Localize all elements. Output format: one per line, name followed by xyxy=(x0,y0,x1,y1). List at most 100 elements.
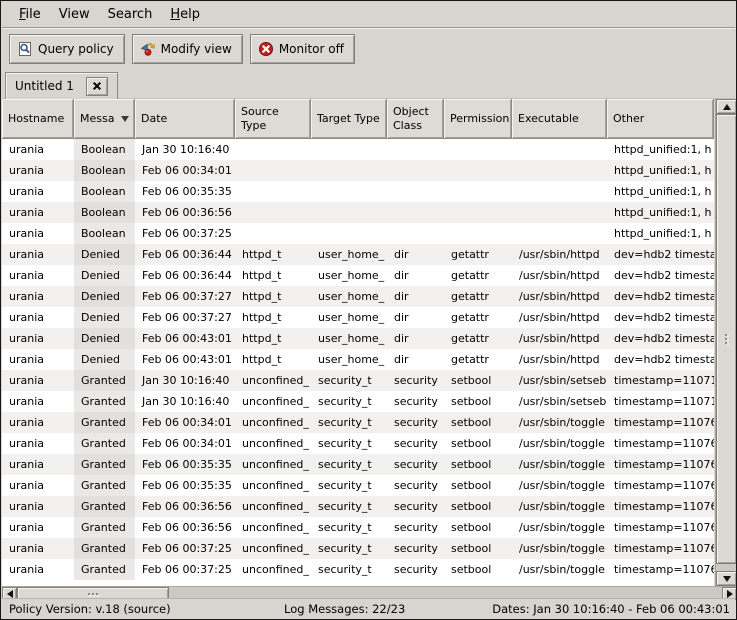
cell: Granted xyxy=(74,454,135,475)
cell: urania xyxy=(2,181,74,202)
vertical-scroll-thumb[interactable] xyxy=(716,114,737,564)
log-row-5[interactable]: uraniaBooleanFeb 06 00:37:25httpd_unifie… xyxy=(2,223,714,244)
log-row-1[interactable]: uraniaBooleanJan 30 10:16:40httpd_unifie… xyxy=(2,139,714,160)
monitor-off-icon xyxy=(258,41,274,57)
cell: user_home_ xyxy=(311,307,387,328)
menu-search[interactable]: Search xyxy=(99,3,162,26)
cell: dev=hdb2 timesta xyxy=(607,328,714,349)
vertical-scroll-trough[interactable] xyxy=(716,564,737,571)
cell: security_t xyxy=(311,370,387,391)
column-header-permission[interactable]: Permission xyxy=(444,99,512,139)
cell: Granted xyxy=(74,412,135,433)
log-row-10[interactable]: uraniaDeniedFeb 06 00:43:01httpd_tuser_h… xyxy=(2,328,714,349)
cell: urania xyxy=(2,244,74,265)
cell: unconfined_ xyxy=(235,475,311,496)
cell xyxy=(311,160,387,181)
cell: security_t xyxy=(311,559,387,580)
modify-view-label: Modify view xyxy=(161,42,232,56)
log-row-12[interactable]: uraniaGrantedJan 30 10:16:40unconfined_s… xyxy=(2,370,714,391)
cell: security_t xyxy=(311,496,387,517)
cell: urania xyxy=(2,559,74,580)
log-row-14[interactable]: uraniaGrantedFeb 06 00:34:01unconfined_s… xyxy=(2,412,714,433)
cell xyxy=(512,139,607,160)
cell: Feb 06 00:36:56 xyxy=(135,202,235,223)
cell: urania xyxy=(2,286,74,307)
monitor-off-button[interactable]: Monitor off xyxy=(250,34,355,64)
cell: dev=hdb2 timesta xyxy=(607,265,714,286)
log-row-13[interactable]: uraniaGrantedJan 30 10:16:40unconfined_s… xyxy=(2,391,714,412)
cell: Denied xyxy=(74,265,135,286)
cell: dev=hdb2 timesta xyxy=(607,307,714,328)
log-row-9[interactable]: uraniaDeniedFeb 06 00:37:27httpd_tuser_h… xyxy=(2,307,714,328)
cell: /usr/sbin/toggle xyxy=(512,496,607,517)
cell: security xyxy=(387,370,444,391)
cell: Feb 06 00:35:35 xyxy=(135,454,235,475)
log-row-18[interactable]: uraniaGrantedFeb 06 00:36:56unconfined_s… xyxy=(2,496,714,517)
column-header-hostname[interactable]: Hostname xyxy=(2,99,74,139)
cell xyxy=(235,202,311,223)
cell: security_t xyxy=(311,517,387,538)
menu-view[interactable]: View xyxy=(50,3,99,26)
cell: timestamp=11076 xyxy=(607,475,714,496)
cell: setbool xyxy=(444,517,512,538)
log-row-7[interactable]: uraniaDeniedFeb 06 00:36:44httpd_tuser_h… xyxy=(2,265,714,286)
cell: getattr xyxy=(444,328,512,349)
log-row-17[interactable]: uraniaGrantedFeb 06 00:35:35unconfined_s… xyxy=(2,475,714,496)
cell: Boolean xyxy=(74,181,135,202)
cell: httpd_unified:1, h xyxy=(607,139,714,160)
modify-view-icon xyxy=(140,41,156,57)
query-policy-button[interactable]: Query policy xyxy=(9,34,125,64)
menu-file[interactable]: File xyxy=(10,3,50,26)
column-header-target-type[interactable]: Target Type xyxy=(311,99,387,139)
cell: httpd_t xyxy=(235,349,311,370)
column-header-label: Other xyxy=(613,112,644,125)
column-header-executable[interactable]: Executable xyxy=(512,99,607,139)
cell xyxy=(387,160,444,181)
column-header-date[interactable]: Date xyxy=(135,99,235,139)
vertical-scrollbar[interactable] xyxy=(715,99,737,586)
column-header-messa[interactable]: Messa xyxy=(74,99,135,139)
cell: Granted xyxy=(74,391,135,412)
cell: security_t xyxy=(311,412,387,433)
log-row-19[interactable]: uraniaGrantedFeb 06 00:36:56unconfined_s… xyxy=(2,517,714,538)
column-header-object-class[interactable]: Object Class xyxy=(387,99,444,139)
log-row-20[interactable]: uraniaGrantedFeb 06 00:37:25unconfined_s… xyxy=(2,538,714,559)
cell: httpd_t xyxy=(235,307,311,328)
column-header-source-type[interactable]: Source Type xyxy=(235,99,311,139)
column-header-label: Permission xyxy=(450,112,509,125)
cell: dev=hdb2 timesta xyxy=(607,349,714,370)
scroll-up-button[interactable] xyxy=(716,99,737,114)
modify-view-button[interactable]: Modify view xyxy=(132,34,243,64)
menu-help[interactable]: Help xyxy=(161,3,209,26)
sort-descending-icon xyxy=(121,116,129,122)
log-row-2[interactable]: uraniaBooleanFeb 06 00:34:01httpd_unifie… xyxy=(2,160,714,181)
cell: Denied xyxy=(74,244,135,265)
cell: setbool xyxy=(444,391,512,412)
log-row-15[interactable]: uraniaGrantedFeb 06 00:34:01unconfined_s… xyxy=(2,433,714,454)
log-row-11[interactable]: uraniaDeniedFeb 06 00:43:01httpd_tuser_h… xyxy=(2,349,714,370)
column-header-other[interactable]: Other xyxy=(607,99,714,139)
monitor-off-label: Monitor off xyxy=(279,42,344,56)
column-header-label: Source Type xyxy=(241,105,307,131)
log-row-16[interactable]: uraniaGrantedFeb 06 00:35:35unconfined_s… xyxy=(2,454,714,475)
column-header-label: Executable xyxy=(518,112,579,125)
cell: urania xyxy=(2,202,74,223)
scroll-down-button[interactable] xyxy=(716,571,737,586)
cell: /usr/sbin/httpd xyxy=(512,328,607,349)
tab-close-button[interactable] xyxy=(86,77,108,96)
cell: dir xyxy=(387,286,444,307)
log-row-21[interactable]: uraniaGrantedFeb 06 00:37:25unconfined_s… xyxy=(2,559,714,580)
log-row-4[interactable]: uraniaBooleanFeb 06 00:36:56httpd_unifie… xyxy=(2,202,714,223)
cell: dir xyxy=(387,307,444,328)
query-policy-icon xyxy=(17,41,33,57)
cell: /usr/sbin/toggle xyxy=(512,433,607,454)
log-row-6[interactable]: uraniaDeniedFeb 06 00:36:44httpd_tuser_h… xyxy=(2,244,714,265)
log-row-8[interactable]: uraniaDeniedFeb 06 00:37:27httpd_tuser_h… xyxy=(2,286,714,307)
cell: httpd_t xyxy=(235,286,311,307)
log-row-3[interactable]: uraniaBooleanFeb 06 00:35:35httpd_unifie… xyxy=(2,181,714,202)
tab-untitled-1[interactable]: Untitled 1 xyxy=(5,72,118,99)
cell: Denied xyxy=(74,349,135,370)
cell: setbool xyxy=(444,496,512,517)
cell: unconfined_ xyxy=(235,412,311,433)
cell xyxy=(311,202,387,223)
